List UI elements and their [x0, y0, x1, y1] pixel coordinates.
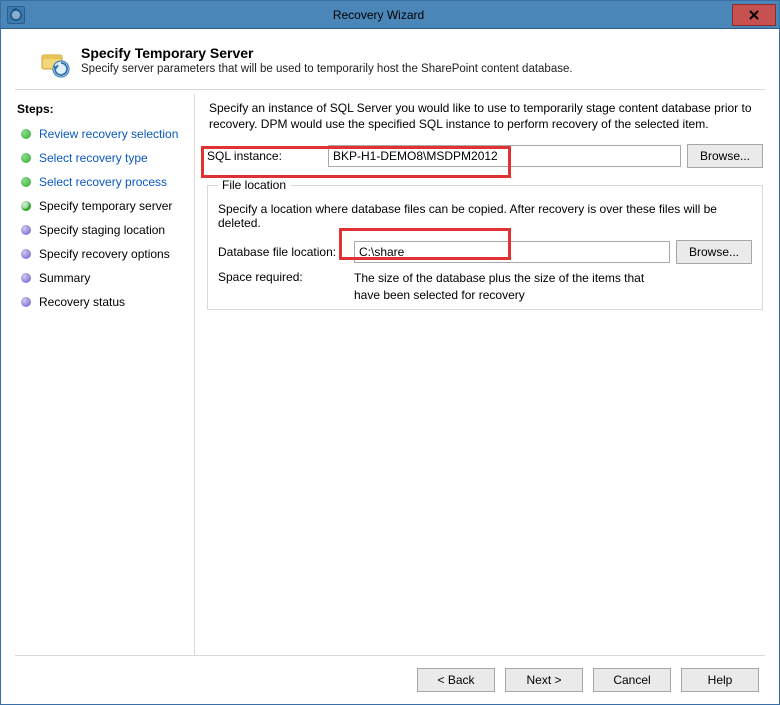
wizard-footer: < Back Next > Cancel Help [15, 655, 765, 694]
step-review-recovery-selection[interactable]: Review recovery selection [15, 122, 194, 146]
space-required-value: The size of the database plus the size o… [354, 270, 752, 302]
db-file-location-browse-button[interactable]: Browse... [676, 240, 752, 264]
step-select-recovery-type[interactable]: Select recovery type [15, 146, 194, 170]
sql-instance-label: SQL instance: [207, 149, 322, 163]
step-link[interactable]: Select recovery process [39, 175, 167, 189]
step-label: Specify temporary server [39, 199, 172, 213]
main-description: Specify an instance of SQL Server you wo… [207, 100, 763, 144]
step-label: Specify staging location [39, 223, 165, 237]
step-link[interactable]: Review recovery selection [39, 127, 178, 141]
page-subtitle: Specify server parameters that will be u… [81, 63, 573, 75]
step-summary: Summary [15, 266, 194, 290]
file-location-description: Specify a location where database files … [218, 202, 752, 230]
db-file-location-input[interactable] [354, 241, 670, 263]
wizard-body: Steps: Review recovery selection Select … [15, 94, 765, 655]
page-heading: Specify Temporary Server Specify server … [15, 41, 765, 90]
step-bullet-icon [21, 129, 31, 139]
step-specify-recovery-options: Specify recovery options [15, 242, 194, 266]
close-icon [748, 9, 760, 21]
step-link[interactable]: Select recovery type [39, 151, 148, 165]
window-title: Recovery Wizard [25, 8, 732, 22]
app-icon [7, 6, 25, 24]
help-button[interactable]: Help [681, 668, 759, 692]
sql-instance-input[interactable] [328, 145, 681, 167]
steps-panel: Steps: Review recovery selection Select … [15, 94, 195, 655]
step-bullet-icon [21, 201, 31, 211]
step-bullet-icon [21, 297, 31, 307]
step-label: Specify recovery options [39, 247, 170, 261]
recovery-wizard-window: Recovery Wizard Specify Temporary Server… [0, 0, 780, 705]
step-bullet-icon [21, 225, 31, 235]
steps-title: Steps: [15, 100, 194, 122]
content-area: Specify Temporary Server Specify server … [1, 29, 779, 704]
sql-instance-browse-button[interactable]: Browse... [687, 144, 763, 168]
step-label: Recovery status [39, 295, 125, 309]
back-button[interactable]: < Back [417, 668, 495, 692]
step-select-recovery-process[interactable]: Select recovery process [15, 170, 194, 194]
step-specify-staging-location: Specify staging location [15, 218, 194, 242]
step-bullet-icon [21, 249, 31, 259]
close-button[interactable] [732, 4, 776, 26]
titlebar: Recovery Wizard [1, 1, 779, 29]
step-recovery-status: Recovery status [15, 290, 194, 314]
step-label: Summary [39, 271, 90, 285]
cancel-button[interactable]: Cancel [593, 668, 671, 692]
wizard-icon [39, 47, 71, 79]
file-location-group: File location Specify a location where d… [207, 178, 763, 309]
step-bullet-icon [21, 177, 31, 187]
main-panel: Specify an instance of SQL Server you wo… [205, 94, 765, 655]
db-file-location-label: Database file location: [218, 245, 348, 259]
next-button[interactable]: Next > [505, 668, 583, 692]
space-required-label: Space required: [218, 270, 348, 302]
step-bullet-icon [21, 153, 31, 163]
page-title: Specify Temporary Server [81, 45, 573, 61]
file-location-legend: File location [218, 178, 290, 192]
db-file-location-row: Database file location: Browse... [218, 240, 752, 264]
space-required-row: Space required: The size of the database… [218, 270, 752, 302]
step-bullet-icon [21, 273, 31, 283]
step-specify-temporary-server: Specify temporary server [15, 194, 194, 218]
sql-instance-row: SQL instance: Browse... [207, 144, 763, 168]
